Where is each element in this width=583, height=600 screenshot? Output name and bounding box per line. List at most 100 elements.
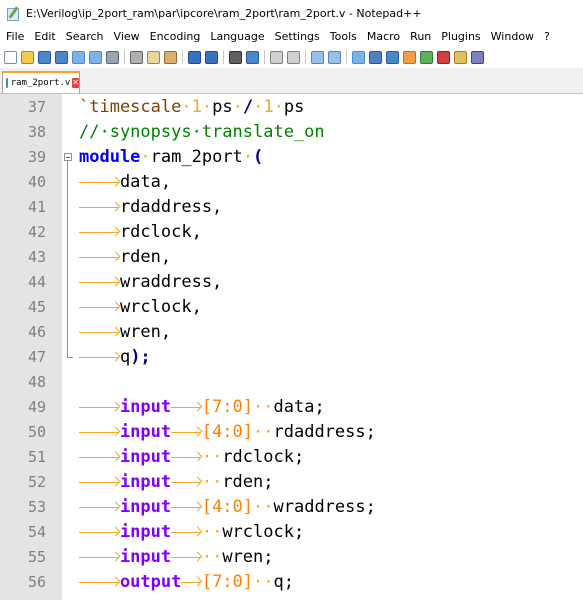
close-file-icon[interactable] (72, 50, 85, 64)
code-token: wrclock, (119, 297, 202, 317)
code-line[interactable]: 37 `timescale·1·ps·/·1·ps (0, 95, 583, 120)
code-line[interactable]: 40 data, (0, 170, 583, 195)
tab-whitespace-arrow (79, 570, 120, 595)
code-text: `timescale·1·ps·/·1·ps (79, 95, 304, 120)
code-line[interactable]: 55 input ··wren; (0, 545, 583, 570)
line-number: 47 (27, 348, 46, 366)
code-line[interactable]: 39 module·ram_2port·( (0, 145, 583, 170)
line-number: 43 (27, 248, 46, 266)
save-icon[interactable] (38, 50, 51, 64)
monitor-icon[interactable] (471, 50, 484, 64)
tab-whitespace-arrow (79, 395, 120, 420)
code-text: input ··rden; (79, 470, 274, 495)
save-all-icon[interactable] (55, 50, 68, 64)
line-number: 39 (27, 148, 46, 166)
folder-workspace-icon[interactable] (454, 50, 467, 64)
function-list-icon[interactable] (437, 50, 450, 64)
menu-help[interactable]: ? (539, 30, 555, 43)
keyword-token: module (79, 147, 141, 167)
window-title: E:\Verilog\ip_2port_ram\par\ipcore\ram_2… (26, 6, 422, 20)
menu-file[interactable]: File (0, 30, 29, 43)
code-token: ps (283, 97, 305, 117)
code-text: output [7:0]··q; (79, 570, 294, 595)
menu-settings[interactable]: Settings (270, 30, 325, 43)
code-line[interactable]: 43 rden, (0, 245, 583, 270)
tab-whitespace-arrow (171, 495, 202, 520)
code-token: q (119, 347, 131, 367)
word-wrap-icon[interactable] (352, 50, 365, 64)
menu-tools[interactable]: Tools (325, 30, 362, 43)
whitespace-dot: · (140, 147, 151, 167)
code-line[interactable]: 51 input ··rdclock; (0, 445, 583, 470)
menu-plugins[interactable]: Plugins (436, 30, 485, 43)
code-line[interactable]: 44 wraddress, (0, 270, 583, 295)
show-all-chars-icon[interactable] (369, 50, 382, 64)
doc-map-icon[interactable] (420, 50, 433, 64)
code-line[interactable]: 45 wrclock, (0, 295, 583, 320)
code-text: wraddress, (79, 270, 222, 295)
menu-window[interactable]: Window (486, 30, 539, 43)
code-text: input ··wren; (79, 545, 274, 570)
tab-whitespace-arrow (79, 545, 120, 570)
code-line[interactable]: 41 rdaddress, (0, 195, 583, 220)
menu-language[interactable]: Language (205, 30, 269, 43)
tab-whitespace-arrow (79, 270, 120, 295)
tab-bar: ram_2port.v ✕ (0, 68, 583, 94)
sync-horizontal-icon[interactable] (328, 50, 341, 64)
code-line[interactable]: 50 input [4:0]··rdaddress; (0, 420, 583, 445)
zoom-in-icon[interactable] (270, 50, 283, 64)
fold-collapse-icon[interactable] (64, 153, 72, 161)
close-all-icon[interactable] (89, 50, 102, 64)
menu-encoding[interactable]: Encoding (145, 30, 206, 43)
menu-run[interactable]: Run (405, 30, 436, 43)
code-line[interactable]: 52 input ··rden; (0, 470, 583, 495)
code-text: input ··wrclock; (79, 520, 304, 545)
replace-icon[interactable] (246, 50, 259, 64)
title-bar: E:\Verilog\ip_2port_ram\par\ipcore\ram_2… (0, 0, 583, 26)
code-editor[interactable]: 37 `timescale·1·ps·/·1·ps 38//·synopsys·tr… (0, 94, 583, 600)
line-number: 53 (27, 498, 46, 516)
copy-icon[interactable] (147, 50, 160, 64)
menu-macro[interactable]: Macro (362, 30, 405, 43)
code-line[interactable]: 46 wren, (0, 320, 583, 345)
indent-guide-icon[interactable] (386, 50, 399, 64)
tab-whitespace-arrow (79, 220, 120, 245)
find-icon[interactable] (229, 50, 242, 64)
redo-icon[interactable] (205, 50, 218, 64)
line-number: 54 (27, 523, 46, 541)
menu-view[interactable]: View (109, 30, 145, 43)
close-icon[interactable]: ✕ (72, 78, 79, 88)
tab-label: ram_2port.v (10, 78, 71, 88)
menu-search[interactable]: Search (61, 30, 109, 43)
undo-icon[interactable] (188, 50, 201, 64)
zoom-out-icon[interactable] (287, 50, 300, 64)
toolbar (0, 46, 583, 68)
language-icon[interactable] (403, 50, 416, 64)
code-line[interactable]: 48 (0, 370, 583, 395)
code-line[interactable]: 47 q); (0, 345, 583, 370)
code-line[interactable]: 49 input [7:0]··data; (0, 395, 583, 420)
paste-icon[interactable] (164, 50, 177, 64)
print-icon[interactable] (106, 50, 119, 64)
line-number: 51 (27, 448, 46, 466)
code-token: [4:0] (201, 422, 254, 442)
fold-end-marker (67, 357, 73, 358)
open-file-icon[interactable] (21, 50, 34, 64)
code-line[interactable]: 54 input ··wrclock; (0, 520, 583, 545)
menu-edit[interactable]: Edit (29, 30, 60, 43)
comment-token: //·synopsys·translate_on (79, 122, 325, 142)
keyword-token: output (119, 572, 182, 592)
code-line[interactable]: 38 //·synopsys·translate_on (0, 120, 583, 145)
whitespace-dot: · (201, 97, 213, 117)
tab-whitespace-arrow (171, 545, 202, 570)
line-number: 41 (27, 198, 46, 216)
tab-ram-2port[interactable]: ram_2port.v ✕ (2, 71, 80, 93)
code-line[interactable]: 53 input [4:0]··wraddress; (0, 495, 583, 520)
cut-icon[interactable] (130, 50, 143, 64)
sync-vertical-icon[interactable] (311, 50, 324, 64)
new-file-icon[interactable] (4, 50, 17, 64)
toolbar-separator (346, 50, 347, 64)
tab-whitespace-arrow (171, 470, 202, 495)
code-line[interactable]: 42 rdclock, (0, 220, 583, 245)
code-line[interactable]: 56 output [7:0]··q; (0, 570, 583, 595)
